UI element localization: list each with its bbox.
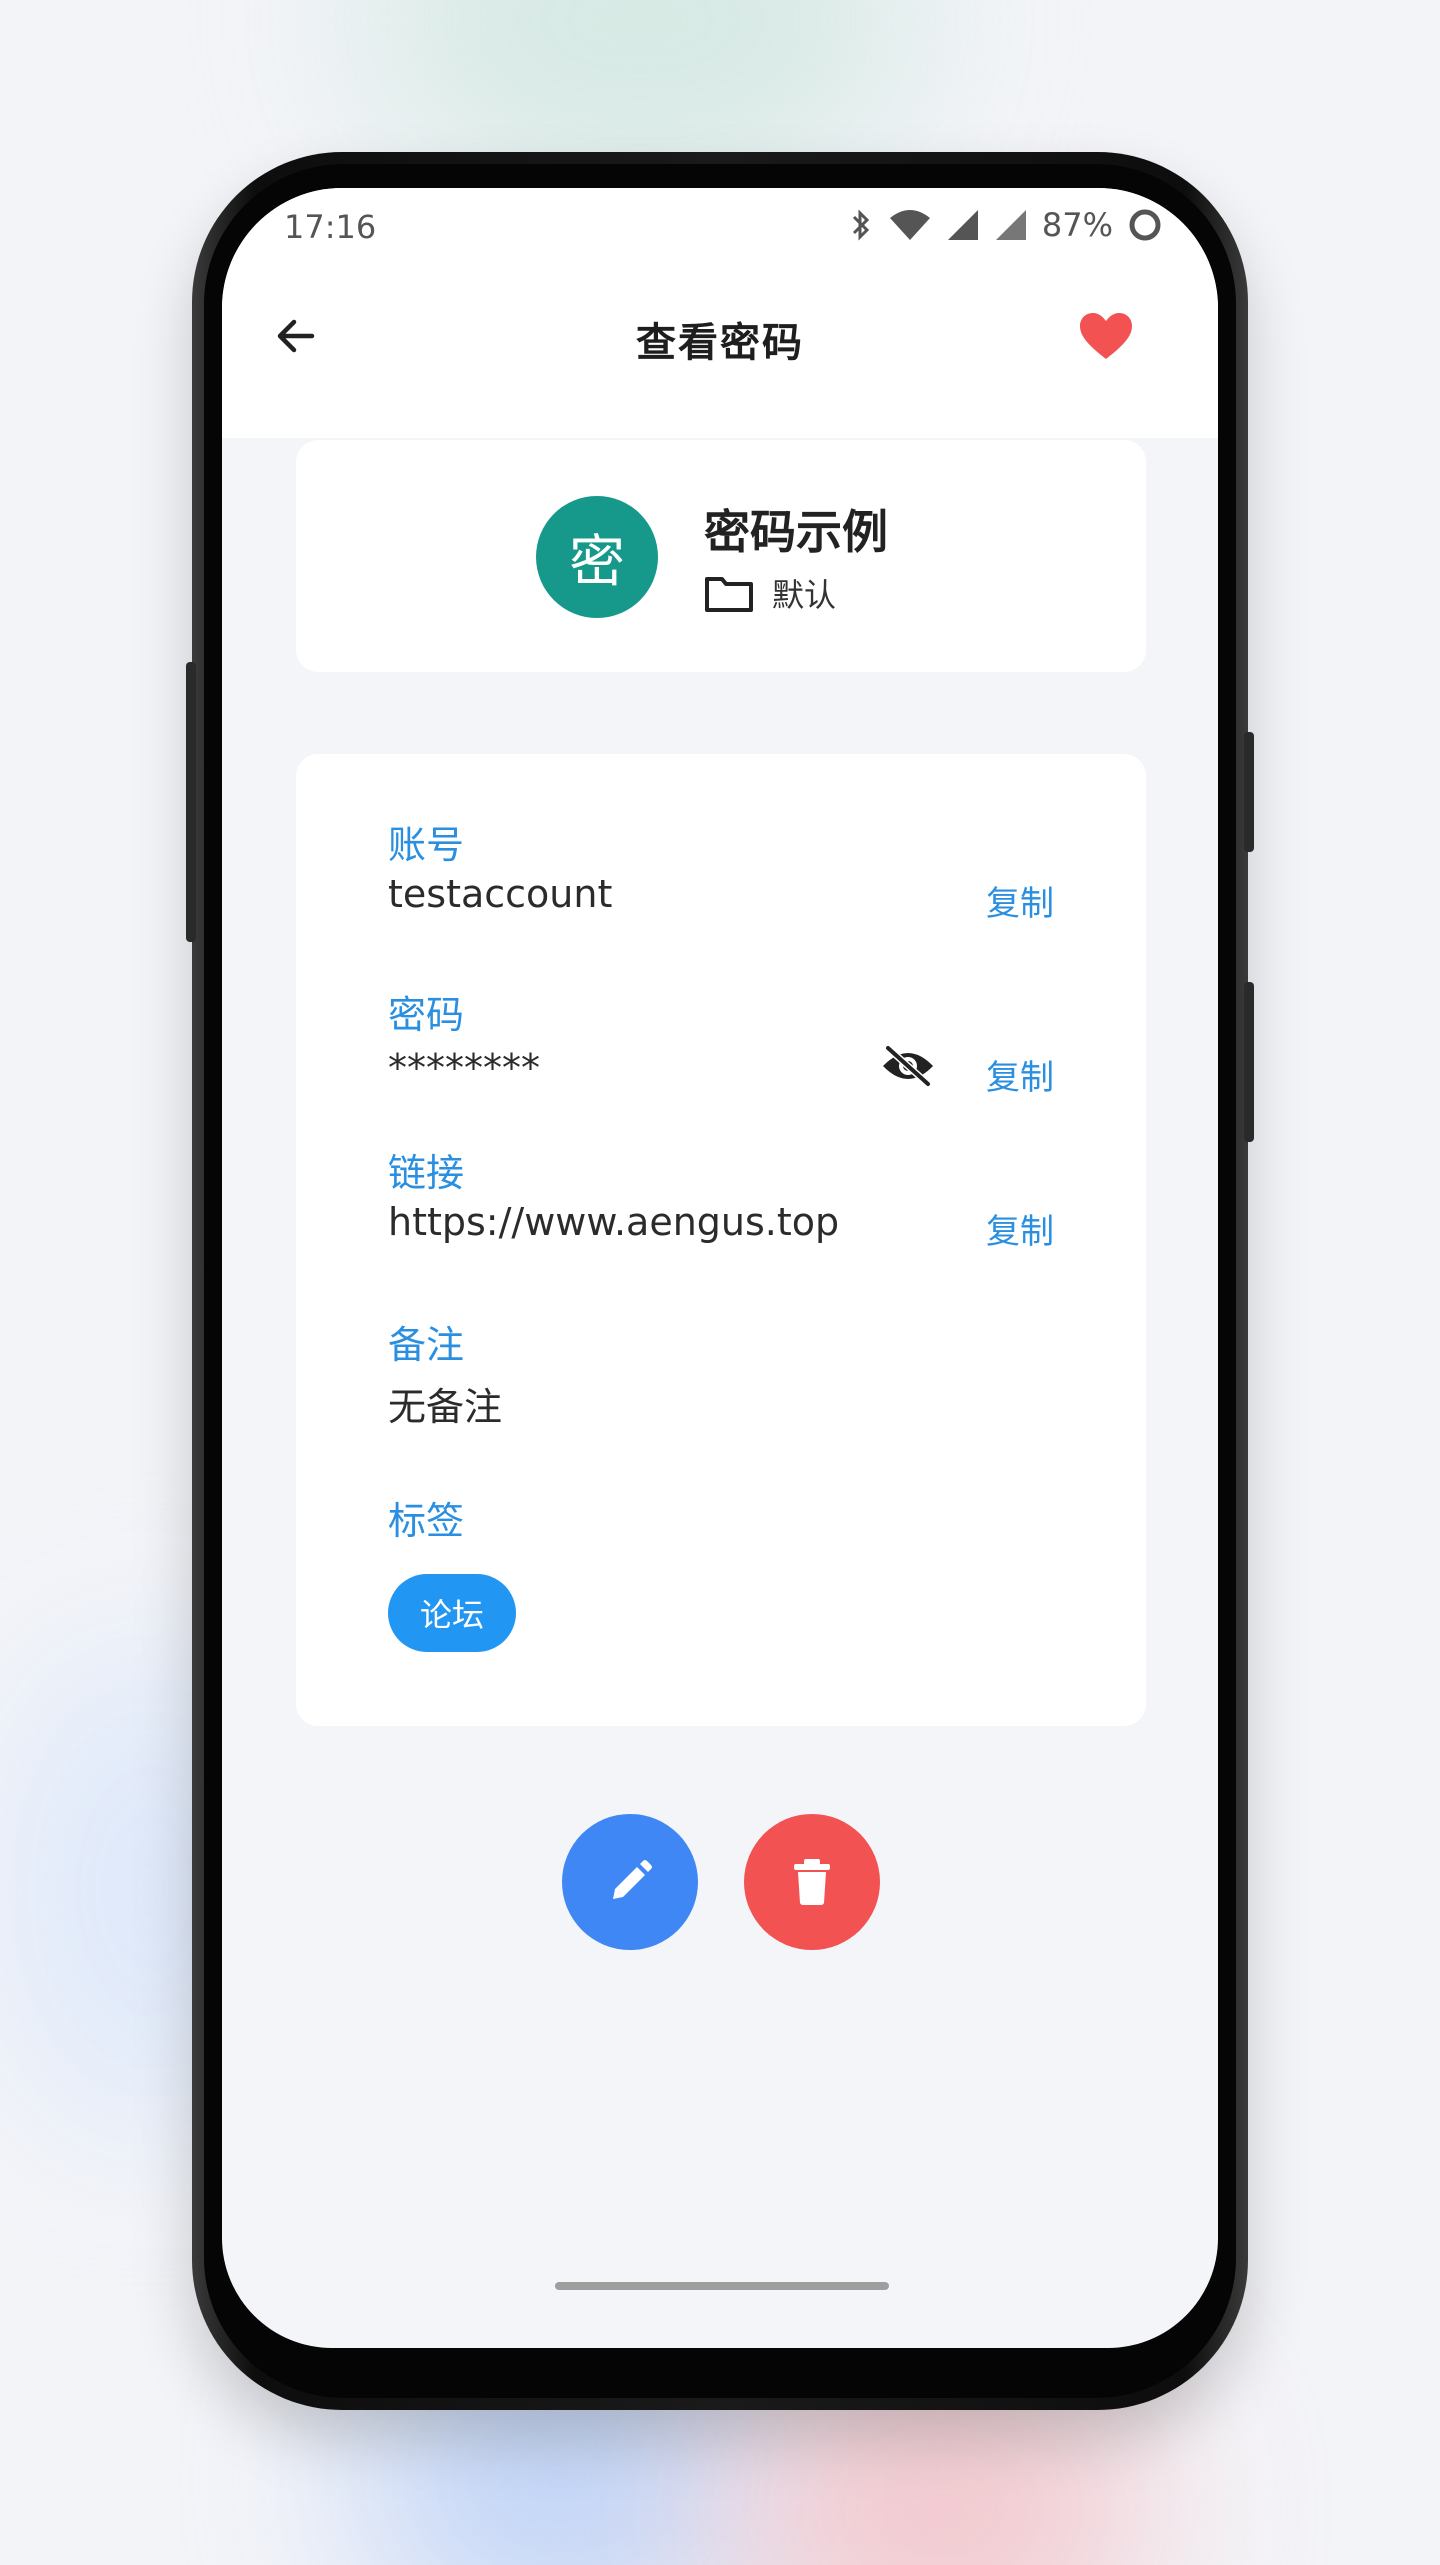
side-button (1244, 732, 1254, 852)
copy-password-button[interactable]: 复制 (986, 1050, 1054, 1099)
toggle-visibility-button[interactable] (878, 1036, 938, 1096)
link-label: 链接 (388, 1151, 465, 1195)
heart-icon (1080, 313, 1132, 359)
account-label: 账号 (388, 823, 465, 867)
volume-button (186, 662, 196, 942)
app-screen: 17:16 87% 查看密码 密 密码示例 默认 账号 testaccount … (222, 188, 1218, 2348)
signal-icon (995, 210, 1026, 240)
bluetooth-icon (852, 209, 869, 241)
battery-ring-icon (1129, 209, 1161, 241)
edit-button[interactable] (562, 1814, 698, 1950)
entry-header-card: 密 密码示例 默认 (296, 440, 1146, 672)
status-icons: 87% (848, 206, 1163, 244)
trash-icon (794, 1859, 830, 1905)
note-value: 无备注 (388, 1385, 503, 1429)
home-indicator[interactable] (555, 2282, 889, 2290)
entry-title: 密码示例 (704, 505, 888, 559)
signal-icon (947, 210, 978, 240)
battery-percentage: 87% (1041, 206, 1113, 244)
note-label: 备注 (388, 1323, 465, 1367)
phone-frame: 17:16 87% 查看密码 密 密码示例 默认 账号 testaccount … (186, 152, 1254, 2410)
folder-icon (705, 577, 753, 612)
pencil-icon (613, 1860, 652, 1899)
copy-account-button[interactable]: 复制 (986, 876, 1054, 925)
power-button (1244, 982, 1254, 1142)
eye-off-icon (883, 1044, 933, 1088)
password-label: 密码 (388, 993, 465, 1037)
link-value: https://www.aengus.top (388, 1200, 840, 1244)
wifi-icon (889, 210, 930, 240)
tag-chip[interactable]: 论坛 (388, 1574, 516, 1652)
avatar: 密 (536, 496, 658, 618)
folder-row: 默认 (704, 570, 836, 616)
copy-link-button[interactable]: 复制 (986, 1204, 1054, 1253)
password-value: ******** (388, 1046, 540, 1090)
delete-button[interactable] (744, 1814, 880, 1950)
page-title: 查看密码 (636, 320, 804, 366)
folder-label: 默认 (772, 576, 837, 614)
tags-label: 标签 (388, 1499, 465, 1543)
favorite-button[interactable] (1074, 304, 1138, 368)
account-value: testaccount (388, 872, 613, 916)
entry-detail-card: 账号 testaccount 复制 密码 ******** 复制 链接 http… (296, 754, 1146, 1726)
status-time: 17:16 (284, 208, 377, 246)
